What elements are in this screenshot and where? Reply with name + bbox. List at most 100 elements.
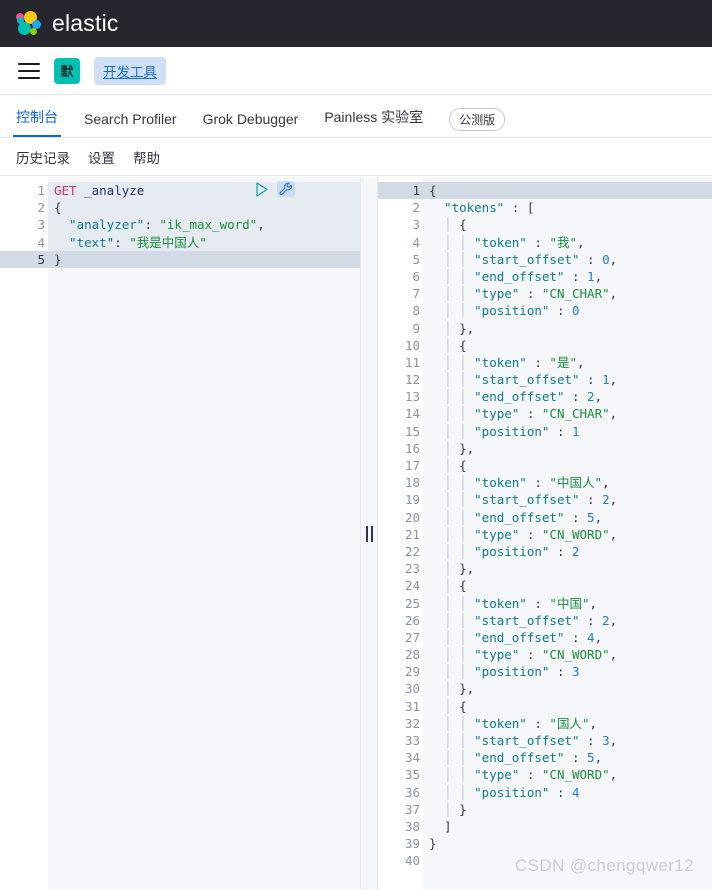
code-line[interactable]: │ │ "type" : "CN_CHAR",	[423, 405, 712, 422]
code-line[interactable]: │ │ "end_offset" : 5,	[423, 509, 712, 526]
token-key: "end_offset"	[474, 629, 565, 645]
token-num: 4	[572, 784, 580, 800]
response-editor[interactable]: 1▾2▾3▾456789▴10▾111213141516▴17▾18192021…	[378, 177, 712, 890]
line-number: 40	[404, 853, 420, 869]
code-line[interactable]: }	[48, 250, 360, 268]
code-line[interactable]: ]	[423, 818, 712, 835]
token-str: "CN_CHAR"	[541, 286, 610, 302]
token-key: "start_offset"	[474, 251, 580, 267]
code-line[interactable]: │ │ "end_offset" : 4,	[423, 629, 712, 646]
hamburger-icon[interactable]	[18, 62, 40, 79]
space-badge[interactable]: 默	[54, 57, 80, 84]
code-line[interactable]: │ │ "start_offset" : 3,	[423, 732, 712, 749]
token-guide: │ │	[429, 354, 475, 370]
code-line[interactable]: │ },	[423, 680, 712, 697]
code-line[interactable]: │ │ "position" : 2	[423, 543, 712, 560]
code-line[interactable]: │ │ "token" : "是",	[423, 354, 712, 371]
line-number: 23▴	[378, 560, 431, 577]
token-brace: },	[459, 320, 475, 336]
line-number: 10▾	[378, 337, 431, 354]
code-line[interactable]: GET _analyze	[48, 182, 360, 200]
line-number: 36	[404, 784, 420, 800]
code-line[interactable]: │ │ "type" : "CN_CHAR",	[423, 285, 712, 302]
code-line[interactable]: │ │ "token" : "中国",	[423, 595, 712, 612]
breadcrumb[interactable]: 开发工具	[94, 56, 166, 85]
code-line[interactable]: "analyzer": "ik_max_word",	[48, 216, 360, 234]
code-line[interactable]: │ {	[423, 337, 712, 354]
token-punct: :	[549, 784, 572, 800]
token-str: "中国人"	[549, 475, 602, 491]
code-line[interactable]: │ },	[423, 320, 712, 337]
token-guide: │ │	[429, 784, 475, 800]
token-key: "end_offset"	[474, 389, 565, 405]
token-guide: │	[429, 561, 460, 577]
token-num: 1	[587, 268, 595, 284]
brand[interactable]: elastic	[16, 10, 119, 37]
token-punct: :	[519, 526, 542, 542]
code-line[interactable]: │ │ "end_offset" : 1,	[423, 268, 712, 285]
code-line[interactable]: │ │ "end_offset" : 2,	[423, 388, 712, 405]
code-line[interactable]: │ │ "start_offset" : 1,	[423, 371, 712, 388]
wrench-icon[interactable]	[277, 181, 295, 197]
code-line[interactable]: │ │ "position" : 1	[423, 423, 712, 440]
tab-search-profiler[interactable]: Search Profiler	[84, 111, 177, 137]
line-number: 6	[412, 268, 420, 284]
token-punct: :	[564, 629, 588, 645]
code-line[interactable]: │ │ "position" : 0	[423, 302, 712, 319]
submenu-item-settings[interactable]: 设置	[88, 147, 115, 167]
token-key: "token"	[474, 354, 527, 370]
code-line[interactable]: │ │ "start_offset" : 2,	[423, 491, 712, 508]
token-method: GET	[54, 183, 77, 198]
code-line[interactable]: │ │ "type" : "CN_WORD",	[423, 526, 712, 543]
code-line[interactable]: │ {	[423, 577, 712, 594]
code-line[interactable]: │ │ "type" : "CN_WORD",	[423, 766, 712, 783]
token-num: 5	[587, 509, 595, 525]
request-code[interactable]: GET _analyze{ "analyzer": "ik_max_word",…	[48, 177, 360, 890]
tab-painless-lab[interactable]: Painless 实验室	[324, 107, 423, 137]
code-line[interactable]: {	[423, 182, 712, 200]
play-icon[interactable]	[255, 181, 269, 197]
token-key: "token"	[474, 595, 527, 611]
token-punct: ,	[589, 595, 598, 611]
code-line[interactable]: │ │ "token" : "中国人",	[423, 474, 712, 491]
code-line[interactable]: │ │ "token" : "我",	[423, 234, 712, 251]
code-line[interactable]: │ },	[423, 560, 712, 577]
token-key: "position"	[474, 784, 550, 800]
tab-grok-debugger[interactable]: Grok Debugger	[203, 111, 299, 137]
token-punct: ,	[594, 268, 603, 284]
code-line[interactable]: │ │ "position" : 4	[423, 784, 712, 801]
submenu-item-history[interactable]: 历史记录	[16, 147, 70, 167]
submenu-item-help[interactable]: 帮助	[133, 147, 160, 167]
code-line[interactable]: }	[423, 835, 712, 852]
code-line[interactable]: │ }	[423, 801, 712, 818]
code-line[interactable]: │ │ "token" : "国人",	[423, 715, 712, 732]
code-line[interactable]: │ │ "position" : 3	[423, 663, 712, 680]
token-key: "type"	[474, 647, 520, 663]
line-number: 19	[404, 492, 420, 508]
code-line[interactable]: │ },	[423, 440, 712, 457]
tab-console[interactable]: 控制台	[13, 107, 61, 137]
code-line[interactable]: │ {	[423, 216, 712, 233]
code-line[interactable]: │ │ "type" : "CN_WORD",	[423, 646, 712, 663]
code-line[interactable]: "text": "我是中国人"	[48, 233, 360, 251]
code-line[interactable]: │ │ "end_offset" : 5,	[423, 749, 712, 766]
token-punct: ,	[609, 767, 618, 783]
token-key: "end_offset"	[474, 509, 565, 525]
code-line[interactable]: │ │ "start_offset" : 2,	[423, 612, 712, 629]
token-brace: }	[429, 836, 437, 852]
code-line[interactable]: │ │ "start_offset" : 0,	[423, 251, 712, 268]
navigation-bar: 默 开发工具	[0, 47, 712, 95]
code-line[interactable]: │ {	[423, 698, 712, 715]
token-punct: ,	[609, 526, 618, 542]
line-number: 5	[412, 251, 420, 267]
code-line[interactable]: {	[48, 199, 360, 217]
code-line[interactable]: │ {	[423, 457, 712, 474]
token-num: 2	[572, 543, 580, 559]
token-key: "start_offset"	[474, 733, 580, 748]
pane-resizer[interactable]	[360, 177, 378, 890]
token-key: "start_offset"	[474, 492, 580, 508]
response-code[interactable]: { "tokens" : [ │ { │ │ "token" : "我", │ …	[423, 177, 712, 890]
code-line[interactable]: "tokens" : [	[423, 199, 712, 216]
request-editor[interactable]: 12▾345▴ GET _analyze{ "analyzer": "ik_ma…	[0, 177, 360, 890]
token-punct: ,	[609, 612, 618, 628]
